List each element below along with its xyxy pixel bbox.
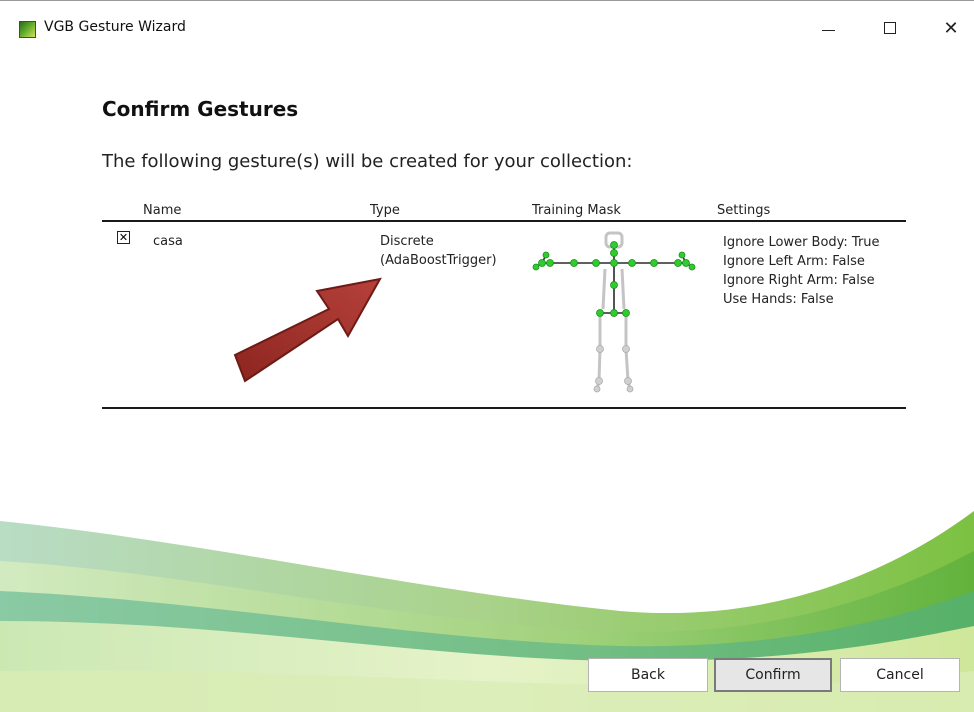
table-top-divider bbox=[102, 220, 906, 222]
maximize-icon bbox=[884, 22, 896, 34]
cancel-button[interactable]: Cancel bbox=[840, 658, 960, 692]
table-bottom-divider bbox=[102, 407, 906, 409]
confirm-button[interactable]: Confirm bbox=[714, 658, 832, 692]
minimize-button[interactable] bbox=[805, 13, 851, 43]
column-header-settings: Settings bbox=[717, 203, 771, 218]
column-header-type: Type bbox=[370, 203, 400, 218]
window-title: VGB Gesture Wizard bbox=[44, 19, 186, 35]
page-subtitle: The following gesture(s) will be created… bbox=[102, 151, 633, 172]
maximize-button[interactable] bbox=[867, 13, 913, 43]
setting-use-hands: Use Hands: False bbox=[723, 292, 834, 307]
title-bar: VGB Gesture Wizard ✕ bbox=[0, 1, 974, 41]
column-header-training-mask: Training Mask bbox=[532, 203, 621, 218]
setting-ignore-right-arm: Ignore Right Arm: False bbox=[723, 273, 875, 288]
wizard-window: VGB Gesture Wizard ✕ Confirm Gestures Th… bbox=[0, 0, 974, 712]
arrow-icon bbox=[233, 277, 382, 383]
skeleton-icon bbox=[532, 231, 696, 393]
column-header-name: Name bbox=[143, 203, 182, 218]
checkbox-icon[interactable]: ✕ bbox=[117, 231, 130, 244]
close-button[interactable]: ✕ bbox=[928, 13, 974, 43]
setting-ignore-left-arm: Ignore Left Arm: False bbox=[723, 254, 865, 269]
back-button[interactable]: Back bbox=[588, 658, 708, 692]
gesture-type-line1: Discrete bbox=[380, 234, 434, 249]
close-icon: ✕ bbox=[943, 17, 959, 39]
gesture-name: casa bbox=[153, 234, 183, 249]
minimize-icon bbox=[821, 29, 835, 31]
page-title: Confirm Gestures bbox=[102, 97, 299, 121]
app-icon bbox=[19, 21, 36, 38]
setting-ignore-lower-body: Ignore Lower Body: True bbox=[723, 235, 880, 250]
gesture-type-line2: (AdaBoostTrigger) bbox=[380, 253, 497, 268]
